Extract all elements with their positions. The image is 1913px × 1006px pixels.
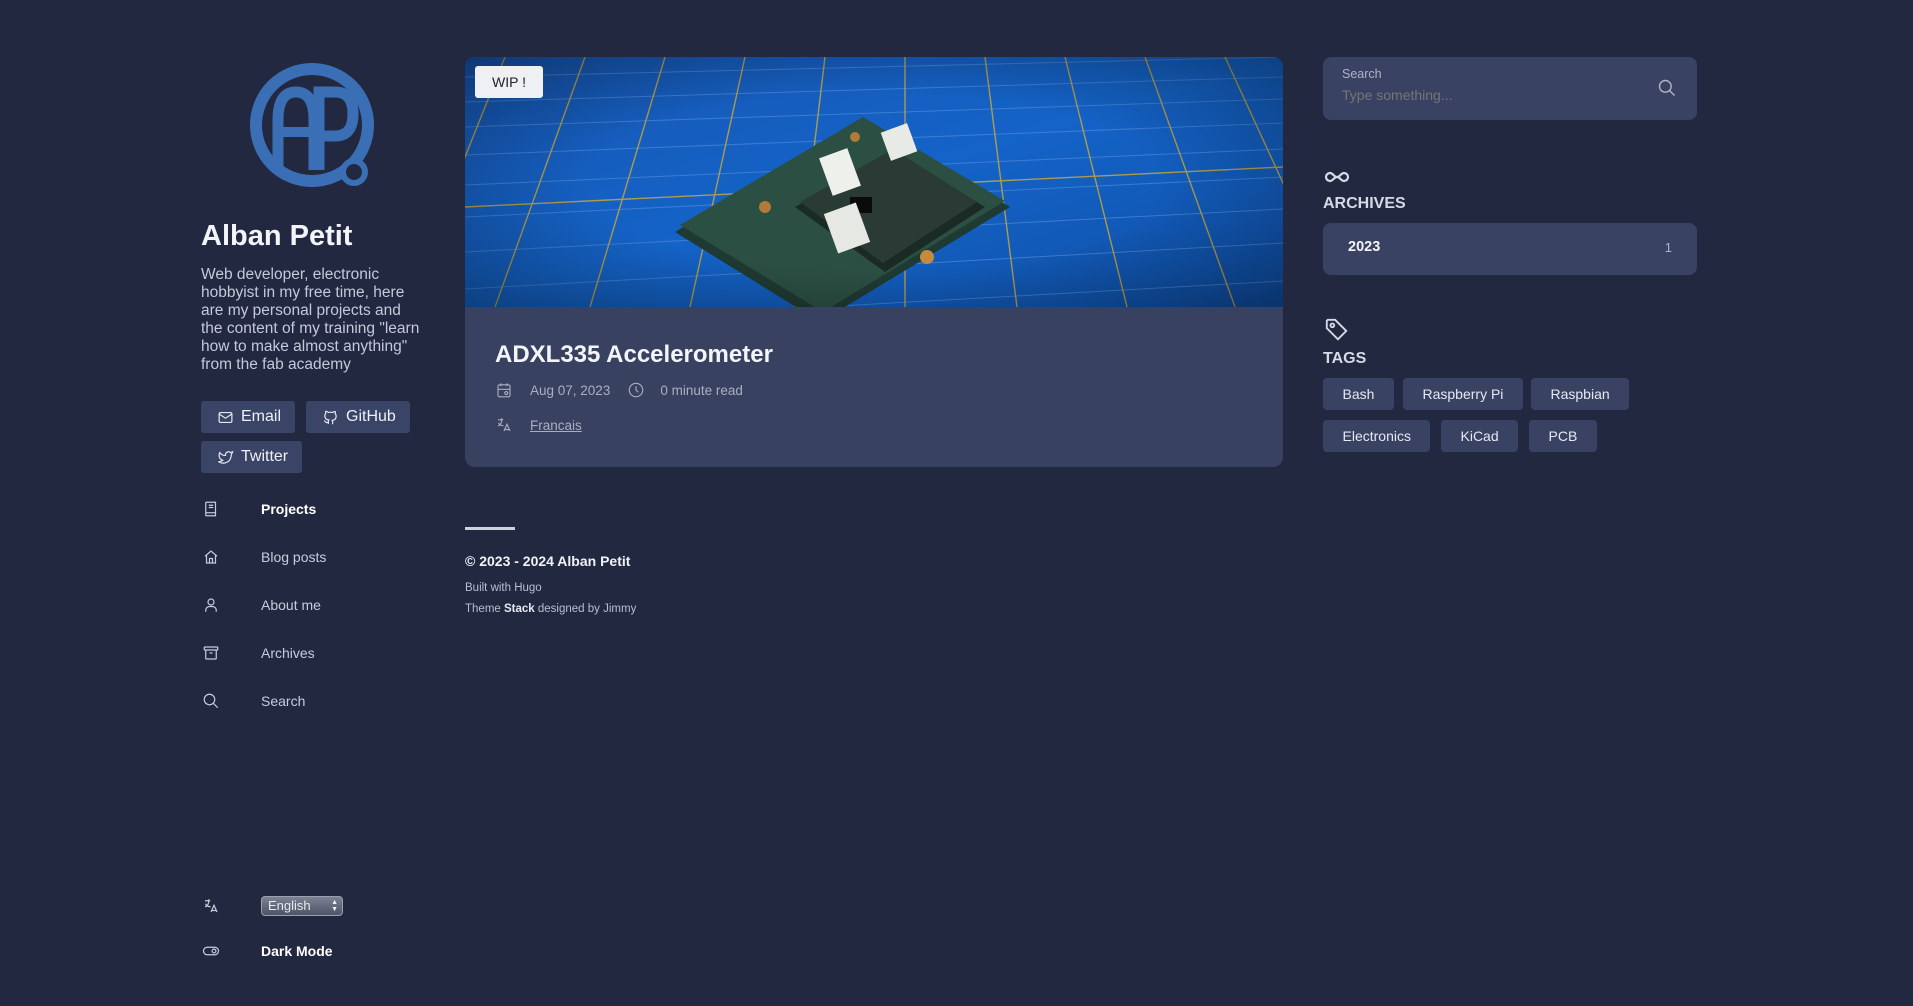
menu-item-projects[interactable]: Projects xyxy=(201,494,431,524)
tag-electronics[interactable]: Electronics xyxy=(1323,420,1431,452)
article-card[interactable]: WIP ! ADXL335 Accelerometer Aug 07, 2023… xyxy=(465,57,1283,467)
language-select-value: English xyxy=(268,898,311,913)
search-label: Search xyxy=(1342,67,1382,81)
footer-divider xyxy=(465,527,515,530)
archive-icon xyxy=(203,646,219,660)
tag-kicad[interactable]: KiCad xyxy=(1441,420,1519,452)
article-title[interactable]: ADXL335 Accelerometer xyxy=(495,341,773,369)
article-cover-image[interactable]: WIP ! xyxy=(465,57,1283,307)
book-icon xyxy=(205,501,217,517)
menu-item-label: Search xyxy=(261,693,306,709)
home-icon xyxy=(204,550,218,564)
menu-item-label: Projects xyxy=(261,501,317,517)
theme-suffix: designed by Jimmy xyxy=(537,603,637,615)
footer-copyright: © 2023 - 2024 Alban Petit xyxy=(465,553,631,569)
archive-year: 2023 xyxy=(1348,239,1381,255)
tag-bash[interactable]: Bash xyxy=(1323,378,1394,410)
menu-item-search[interactable]: Search xyxy=(201,686,431,716)
search-icon xyxy=(203,693,219,709)
search-input[interactable] xyxy=(1342,87,1642,103)
email-icon xyxy=(218,411,233,423)
article-meta: Aug 07, 2023 0 minute read xyxy=(495,381,743,399)
clock-icon xyxy=(629,382,644,398)
archive-count: 1 xyxy=(1664,240,1672,255)
language-icon xyxy=(497,418,511,432)
dark-mode-label: Dark Mode xyxy=(261,943,333,959)
footer-theme-credit: Theme Stack designed by Jimmy xyxy=(465,603,636,615)
cover-photo xyxy=(465,57,1283,307)
search-icon[interactable] xyxy=(1657,78,1677,98)
email-button[interactable]: Email xyxy=(201,401,296,433)
menu-item-about-me[interactable]: About me xyxy=(201,590,431,620)
dark-mode-toggle[interactable]: Dark Mode xyxy=(201,936,431,966)
twitter-button-label: Twitter xyxy=(241,448,289,465)
user-icon xyxy=(205,598,217,612)
site-description: Web developer, electronic hobbyist in my… xyxy=(201,266,420,373)
wip-badge: WIP ! xyxy=(475,66,543,98)
calendar-icon xyxy=(497,383,511,398)
github-icon xyxy=(323,410,337,424)
tag-raspberry-pi[interactable]: Raspberry Pi xyxy=(1403,378,1523,410)
site-author-name[interactable]: Alban Petit xyxy=(201,220,352,253)
footer-built-with[interactable]: Built with Hugo xyxy=(465,582,542,594)
tag-raspbian[interactable]: Raspbian xyxy=(1531,378,1630,410)
search-widget[interactable]: Search xyxy=(1323,57,1697,120)
tag-icon xyxy=(1325,318,1348,341)
select-arrows-icon: ▲ ▼ xyxy=(331,899,338,913)
language-icon xyxy=(204,899,218,913)
menu-item-archives[interactable]: Archives xyxy=(201,638,431,668)
menu-item-label: About me xyxy=(261,597,321,613)
twitter-button[interactable]: Twitter xyxy=(201,441,303,473)
tag-pcb[interactable]: PCB xyxy=(1529,420,1597,452)
github-button[interactable]: GitHub xyxy=(306,401,410,433)
article-read-time: 0 minute read xyxy=(660,382,743,398)
left-sidebar: Alban Petit Web developer, electronic ho… xyxy=(201,0,431,1006)
translation-link-francais[interactable]: Francais xyxy=(530,418,582,433)
menu-item-blog-posts[interactable]: Blog posts xyxy=(201,542,431,572)
menu-item-label: Archives xyxy=(261,645,315,661)
tags-title: TAGS xyxy=(1323,350,1367,367)
email-button-label: Email xyxy=(241,408,282,425)
archives-title: ARCHIVES xyxy=(1323,195,1406,212)
twitter-icon xyxy=(218,450,234,464)
article-date: Aug 07, 2023 xyxy=(530,382,611,398)
menu-item-label: Blog posts xyxy=(261,549,327,565)
theme-name-link[interactable]: Stack xyxy=(504,603,535,615)
toggle-icon xyxy=(202,946,220,956)
language-switcher: English ▲ ▼ xyxy=(201,891,431,921)
avatar-logo[interactable] xyxy=(249,62,379,192)
language-select[interactable]: English ▲ ▼ xyxy=(261,896,343,916)
theme-prefix: Theme xyxy=(465,603,501,615)
archive-item-2023[interactable]: 2023 1 xyxy=(1323,223,1697,275)
github-button-label: GitHub xyxy=(346,408,396,425)
article-translations: Francais xyxy=(495,416,582,434)
ap-logo-icon xyxy=(250,63,374,187)
infinity-icon xyxy=(1324,171,1350,183)
